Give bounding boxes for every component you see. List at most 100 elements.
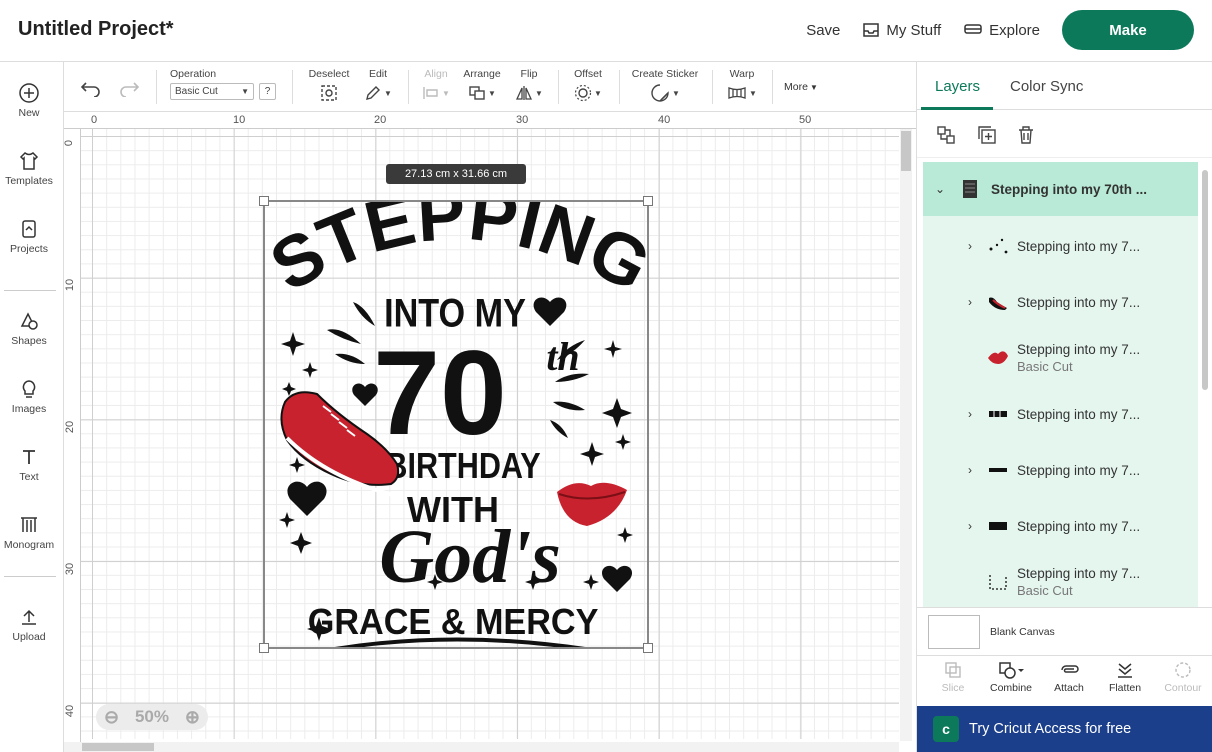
ruler-left: 0 10 20 30 40 bbox=[64, 129, 81, 752]
layers-scrollbar[interactable] bbox=[1201, 162, 1209, 607]
my-stuff-button[interactable]: My Stuff bbox=[862, 22, 941, 39]
chevron-down-icon: ▼ bbox=[809, 83, 818, 92]
sidebar-item-upload[interactable]: Upload bbox=[0, 606, 58, 643]
operation-help-button[interactable]: ? bbox=[259, 83, 276, 100]
layer-thumbnail bbox=[985, 513, 1011, 539]
chevron-down-icon: ▼ bbox=[594, 88, 602, 98]
text-icon bbox=[23, 450, 35, 464]
flatten-button[interactable]: Flatten bbox=[1097, 660, 1153, 694]
layer-row[interactable]: › Stepping into my 7... bbox=[923, 274, 1198, 330]
warp-button[interactable]: Warp ▼ bbox=[724, 68, 760, 103]
attach-button[interactable]: Attach bbox=[1041, 660, 1097, 694]
align-icon bbox=[423, 87, 438, 99]
cricut-logo-icon: c bbox=[933, 716, 959, 742]
project-title[interactable]: Untitled Project* bbox=[18, 18, 174, 41]
layer-row[interactable]: › Stepping into my 7... bbox=[923, 442, 1198, 498]
sidebar-item-templates[interactable]: Templates bbox=[0, 150, 58, 187]
ruler-tick-label: 0 bbox=[64, 139, 76, 147]
layer-thumbnail bbox=[985, 401, 1011, 427]
chevron-down-icon: ▼ bbox=[488, 88, 496, 98]
horizontal-scrollbar[interactable] bbox=[64, 742, 899, 752]
layers-panel: Layers Color Sync ⌄ Stepping into my 70t… bbox=[916, 62, 1212, 752]
sidebar-item-label: New bbox=[18, 107, 40, 119]
contour-button[interactable]: Contour bbox=[1155, 660, 1211, 694]
offset-label: Offset bbox=[574, 68, 602, 80]
canvas-swatch[interactable] bbox=[928, 614, 980, 649]
redo-icon[interactable] bbox=[118, 79, 140, 97]
my-stuff-label: My Stuff bbox=[886, 21, 942, 39]
explore-button[interactable]: Explore bbox=[963, 22, 1040, 39]
resize-handle[interactable] bbox=[259, 196, 269, 206]
chevron-right-icon[interactable]: › bbox=[963, 239, 977, 253]
left-sidebar: New Templates Projects Shapes Images Tex… bbox=[0, 62, 64, 752]
zoom-in-icon[interactable]: ⊕ bbox=[185, 707, 200, 728]
flatten-label: Flatten bbox=[1108, 682, 1142, 694]
create-sticker-button[interactable]: Create Sticker ▼ bbox=[630, 68, 700, 103]
flip-button[interactable]: Flip ▼ bbox=[514, 68, 544, 103]
chevron-down-icon: ▼ bbox=[749, 88, 757, 98]
selected-design[interactable]: STEPPING INTO MY 70 th BIRTHDAY WITH God… bbox=[259, 196, 653, 653]
layer-group-row[interactable]: ⌄ Stepping into my 70th ... bbox=[923, 162, 1198, 216]
toolbar-divider bbox=[292, 70, 293, 104]
chevron-down-icon: ▼ bbox=[241, 87, 249, 96]
arrange-button[interactable]: Arrange ▼ bbox=[462, 68, 502, 103]
chevron-down-icon: ▼ bbox=[535, 88, 543, 98]
sidebar-item-label: Upload bbox=[12, 631, 46, 643]
cricut-access-banner[interactable]: c Try Cricut Access for free bbox=[917, 706, 1212, 752]
sidebar-item-shapes[interactable]: Shapes bbox=[0, 310, 58, 347]
blank-canvas-row[interactable]: Blank Canvas bbox=[917, 607, 1212, 655]
ruler-tick-label: 10 bbox=[64, 278, 77, 292]
layer-row[interactable]: Stepping into my 7... Basic Cut bbox=[923, 330, 1198, 386]
layer-row[interactable]: › Stepping into my 7... bbox=[923, 386, 1198, 442]
scrollbar-thumb[interactable] bbox=[82, 743, 154, 751]
more-button[interactable]: More ▼ bbox=[784, 81, 818, 93]
save-button[interactable]: Save bbox=[806, 22, 840, 39]
offset-button[interactable]: Offset ▼ bbox=[568, 68, 608, 103]
trash-icon[interactable] bbox=[1015, 124, 1037, 146]
layer-name: Stepping into my 7... bbox=[1017, 566, 1141, 581]
slice-button[interactable]: Slice bbox=[925, 660, 981, 694]
chevron-down-icon[interactable]: ⌄ bbox=[933, 182, 947, 196]
undo-icon[interactable] bbox=[80, 79, 102, 97]
sidebar-item-text[interactable]: Text bbox=[0, 446, 58, 483]
zoom-out-icon[interactable]: ⊖ bbox=[104, 707, 119, 728]
tab-layers[interactable]: Layers bbox=[935, 78, 980, 95]
sidebar-item-monogram[interactable]: Monogram bbox=[0, 514, 58, 551]
make-button[interactable]: Make bbox=[1062, 10, 1194, 50]
shirt-icon bbox=[19, 152, 39, 170]
scrollbar-thumb[interactable] bbox=[901, 131, 911, 171]
group-icon[interactable] bbox=[935, 124, 957, 146]
chevron-right-icon[interactable]: › bbox=[963, 519, 977, 533]
ruler-tick-label: 50 bbox=[799, 114, 812, 126]
deselect-button[interactable]: Deselect bbox=[306, 68, 352, 103]
duplicate-icon[interactable] bbox=[976, 124, 998, 146]
resize-handle[interactable] bbox=[259, 643, 269, 653]
scrollbar-thumb[interactable] bbox=[1202, 170, 1208, 390]
sidebar-item-projects[interactable]: Projects bbox=[0, 218, 58, 255]
toolbar-divider bbox=[408, 70, 409, 104]
design-canvas[interactable]: 0 10 20 30 40 50 0 10 20 30 40 27.13 cm … bbox=[64, 112, 916, 752]
resize-handle[interactable] bbox=[643, 196, 653, 206]
layer-row[interactable]: › Stepping into my 7... bbox=[923, 498, 1198, 554]
layer-row[interactable]: › Stepping into my 7... bbox=[923, 218, 1198, 274]
layer-row[interactable]: Stepping into my 7... Basic Cut bbox=[923, 554, 1198, 607]
sidebar-item-images[interactable]: Images bbox=[0, 378, 58, 415]
align-button[interactable]: Align ▼ bbox=[418, 68, 454, 103]
chevron-right-icon[interactable]: › bbox=[963, 407, 977, 421]
sidebar-item-label: Projects bbox=[10, 243, 48, 255]
chevron-right-icon[interactable]: › bbox=[963, 295, 977, 309]
sidebar-item-new[interactable]: New bbox=[0, 82, 58, 119]
combine-button[interactable]: Combine bbox=[983, 660, 1039, 694]
edit-button[interactable]: Edit ▼ bbox=[362, 68, 394, 103]
operation-select[interactable]: Basic Cut ▼ bbox=[170, 83, 254, 100]
operation-label: Operation bbox=[170, 68, 217, 80]
explore-label: Explore bbox=[989, 21, 1040, 39]
vertical-scrollbar[interactable] bbox=[900, 129, 912, 741]
zoom-control: ⊖ 50% ⊕ bbox=[96, 704, 208, 730]
chevron-right-icon[interactable]: › bbox=[963, 463, 977, 477]
tab-color-sync[interactable]: Color Sync bbox=[1010, 78, 1083, 95]
toolbar-divider bbox=[619, 70, 620, 104]
slice-icon bbox=[945, 662, 961, 678]
paperclip-icon bbox=[1061, 665, 1079, 673]
resize-handle[interactable] bbox=[643, 643, 653, 653]
